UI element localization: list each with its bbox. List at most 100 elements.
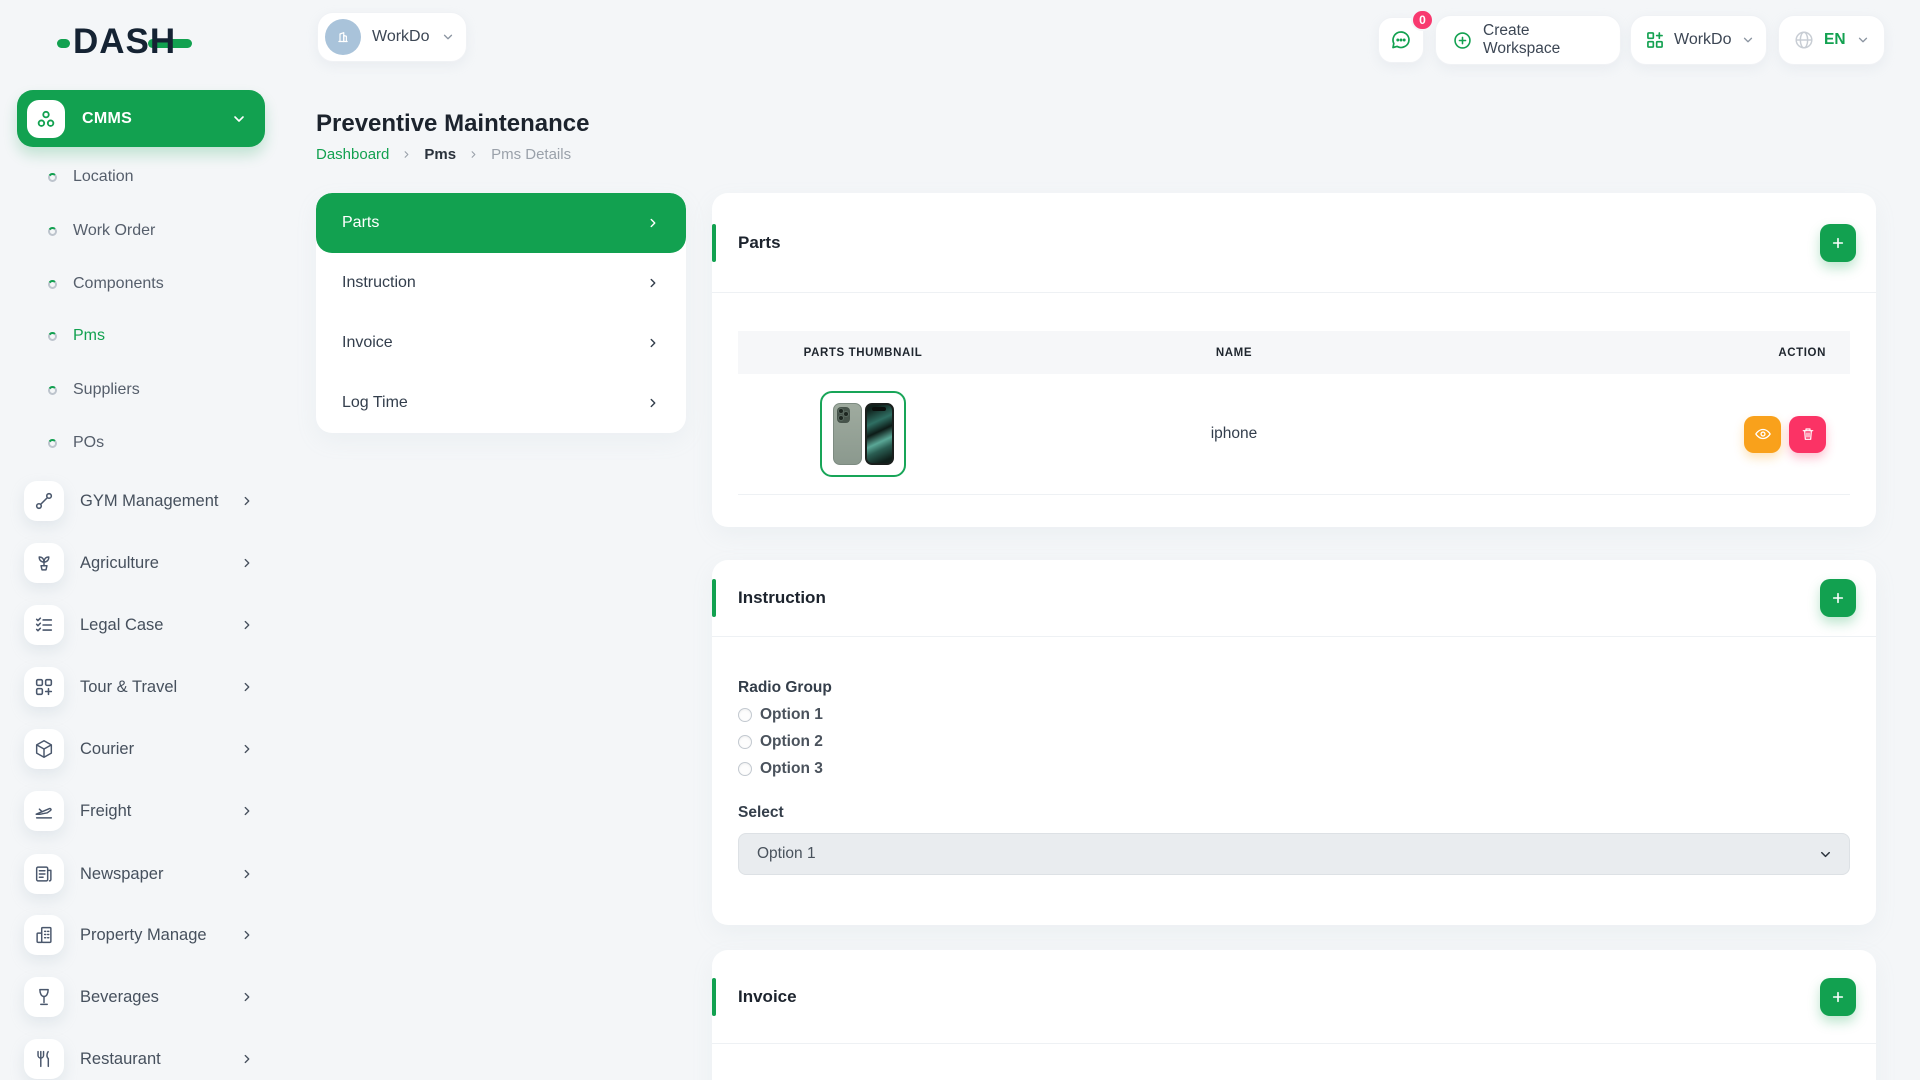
sidebar-item-label: Restaurant: [80, 1050, 240, 1069]
workspace-selector[interactable]: WorkDo: [317, 12, 467, 62]
tab-label: Invoice: [342, 334, 393, 352]
breadcrumb: Dashboard Pms Pms Details: [316, 146, 571, 163]
messages-button[interactable]: 0: [1378, 17, 1424, 63]
instruction-card-body: Radio Group Option 1 Option 2 Option 3 S…: [738, 637, 1850, 875]
column-header-name: NAME: [988, 347, 1480, 359]
radio-option-1[interactable]: Option 1: [738, 706, 1850, 724]
chevron-down-icon: [1741, 33, 1755, 47]
newspaper-icon: [24, 854, 64, 894]
donut-bullet-icon: [47, 438, 58, 449]
create-workspace-button[interactable]: Create Workspace: [1435, 15, 1621, 65]
radio-option-label: Option 2: [760, 733, 823, 751]
chevron-right-icon: [240, 1052, 254, 1066]
sidebar-item-pos[interactable]: POs: [40, 428, 250, 458]
add-invoice-button[interactable]: [1820, 978, 1856, 1016]
sidebar-item-suppliers[interactable]: Suppliers: [40, 375, 250, 405]
radio-option-label: Option 1: [760, 706, 823, 724]
radio-button-icon[interactable]: [738, 762, 752, 776]
donut-bullet-icon: [47, 172, 58, 183]
sidebar-item-restaurant[interactable]: Restaurant: [24, 1031, 258, 1080]
dash-logo: DASH: [73, 22, 176, 62]
chevron-right-icon: [646, 276, 660, 290]
invoice-card: Invoice: [712, 950, 1876, 1080]
parts-table-header-row: PARTS THUMBNAIL NAME ACTION: [738, 331, 1850, 374]
logo-dot-accent: [57, 39, 70, 48]
chevron-right-icon: [240, 680, 254, 694]
invoice-card-title: Invoice: [738, 987, 797, 1007]
sidebar-item-gym-management[interactable]: GYM Management: [24, 473, 258, 529]
page-title: Preventive Maintenance: [316, 110, 589, 138]
tab-instruction[interactable]: Instruction: [316, 253, 686, 313]
breadcrumb-pms[interactable]: Pms: [424, 146, 456, 163]
sidebar-item-courier[interactable]: Courier: [24, 721, 258, 777]
parts-table: PARTS THUMBNAIL NAME ACTION: [738, 331, 1850, 495]
sidebar-item-tour-travel[interactable]: Tour & Travel: [24, 659, 258, 715]
sidebar-item-location[interactable]: Location: [40, 162, 250, 192]
radio-option-label: Option 3: [760, 760, 823, 778]
donut-bullet-icon: [47, 331, 58, 342]
package-icon: [24, 729, 64, 769]
card-accent-bar: [712, 224, 716, 262]
sidebar-item-freight[interactable]: Freight: [24, 783, 258, 839]
sidebar-item-label: Agriculture: [80, 554, 240, 573]
sidebar-item-label: Legal Case: [80, 616, 240, 635]
wine-glass-icon: [24, 977, 64, 1017]
iphone-front-image: [865, 403, 894, 465]
delete-part-button[interactable]: [1789, 416, 1826, 453]
radio-button-icon[interactable]: [738, 735, 752, 749]
tab-parts[interactable]: Parts: [316, 193, 686, 253]
language-selector[interactable]: EN: [1778, 15, 1885, 65]
plus-icon: [1830, 989, 1846, 1005]
sidebar-item-work-order[interactable]: Work Order: [40, 216, 250, 246]
donut-bullet-icon: [47, 385, 58, 396]
column-header-thumbnail: PARTS THUMBNAIL: [738, 347, 988, 359]
camera-module: [837, 407, 850, 423]
radio-option-2[interactable]: Option 2: [738, 733, 1850, 751]
chevron-right-icon: [240, 990, 254, 1004]
language-code: EN: [1824, 31, 1846, 49]
sidebar-item-beverages[interactable]: Beverages: [24, 969, 258, 1025]
chevron-down-icon: [441, 30, 455, 44]
view-part-button[interactable]: [1744, 416, 1781, 453]
module-switcher-cmms[interactable]: CMMS: [17, 90, 265, 147]
workspace-avatar: [325, 19, 361, 55]
radio-button-icon[interactable]: [738, 708, 752, 722]
breadcrumb-dashboard[interactable]: Dashboard: [316, 146, 389, 163]
eye-icon: [1754, 425, 1772, 443]
chevron-right-icon: [646, 216, 660, 230]
parts-card: Parts PARTS THUMBNAIL NAME ACTION: [712, 193, 1876, 527]
cutlery-icon: [24, 1039, 64, 1079]
plus-icon: [1830, 590, 1846, 606]
chevron-right-icon: [240, 928, 254, 942]
chevron-down-icon: [1818, 847, 1833, 862]
part-thumbnail-image[interactable]: [820, 391, 906, 477]
donut-bullet-icon: [47, 226, 58, 237]
tab-label: Parts: [342, 214, 379, 232]
tab-label: Log Time: [342, 394, 408, 412]
breadcrumb-separator-icon: [468, 149, 479, 160]
sidebar-item-property-manage[interactable]: Property Manage: [24, 907, 258, 963]
breadcrumb-separator-icon: [401, 149, 412, 160]
invoice-card-header: Invoice: [712, 950, 1876, 1044]
sidebar-item-label: Work Order: [73, 222, 155, 240]
chevron-right-icon: [646, 336, 660, 350]
sidebar-item-legal-case[interactable]: Legal Case: [24, 597, 258, 653]
tab-log-time[interactable]: Log Time: [316, 373, 686, 433]
dumbbell-icon: [24, 481, 64, 521]
tab-invoice[interactable]: Invoice: [316, 313, 686, 373]
add-part-button[interactable]: [1820, 224, 1856, 262]
workdo-menu[interactable]: WorkDo: [1630, 15, 1767, 65]
radio-option-3[interactable]: Option 3: [738, 760, 1850, 778]
create-workspace-label: Create Workspace: [1483, 22, 1604, 58]
pms-section-menu: Parts Instruction Invoice Log Time: [316, 193, 686, 433]
instruction-select[interactable]: Option 1: [738, 833, 1850, 875]
sidebar-item-label: Tour & Travel: [80, 678, 240, 697]
add-instruction-button[interactable]: [1820, 579, 1856, 617]
cmms-circles-icon: [27, 100, 65, 138]
sidebar-item-label: Courier: [80, 740, 240, 759]
sidebar-item-agriculture[interactable]: Agriculture: [24, 535, 258, 591]
sidebar-item-newspaper[interactable]: Newspaper: [24, 846, 258, 902]
sidebar-item-label: POs: [73, 434, 104, 452]
sidebar-item-pms[interactable]: Pms: [40, 321, 250, 351]
sidebar-item-components[interactable]: Components: [40, 269, 250, 299]
